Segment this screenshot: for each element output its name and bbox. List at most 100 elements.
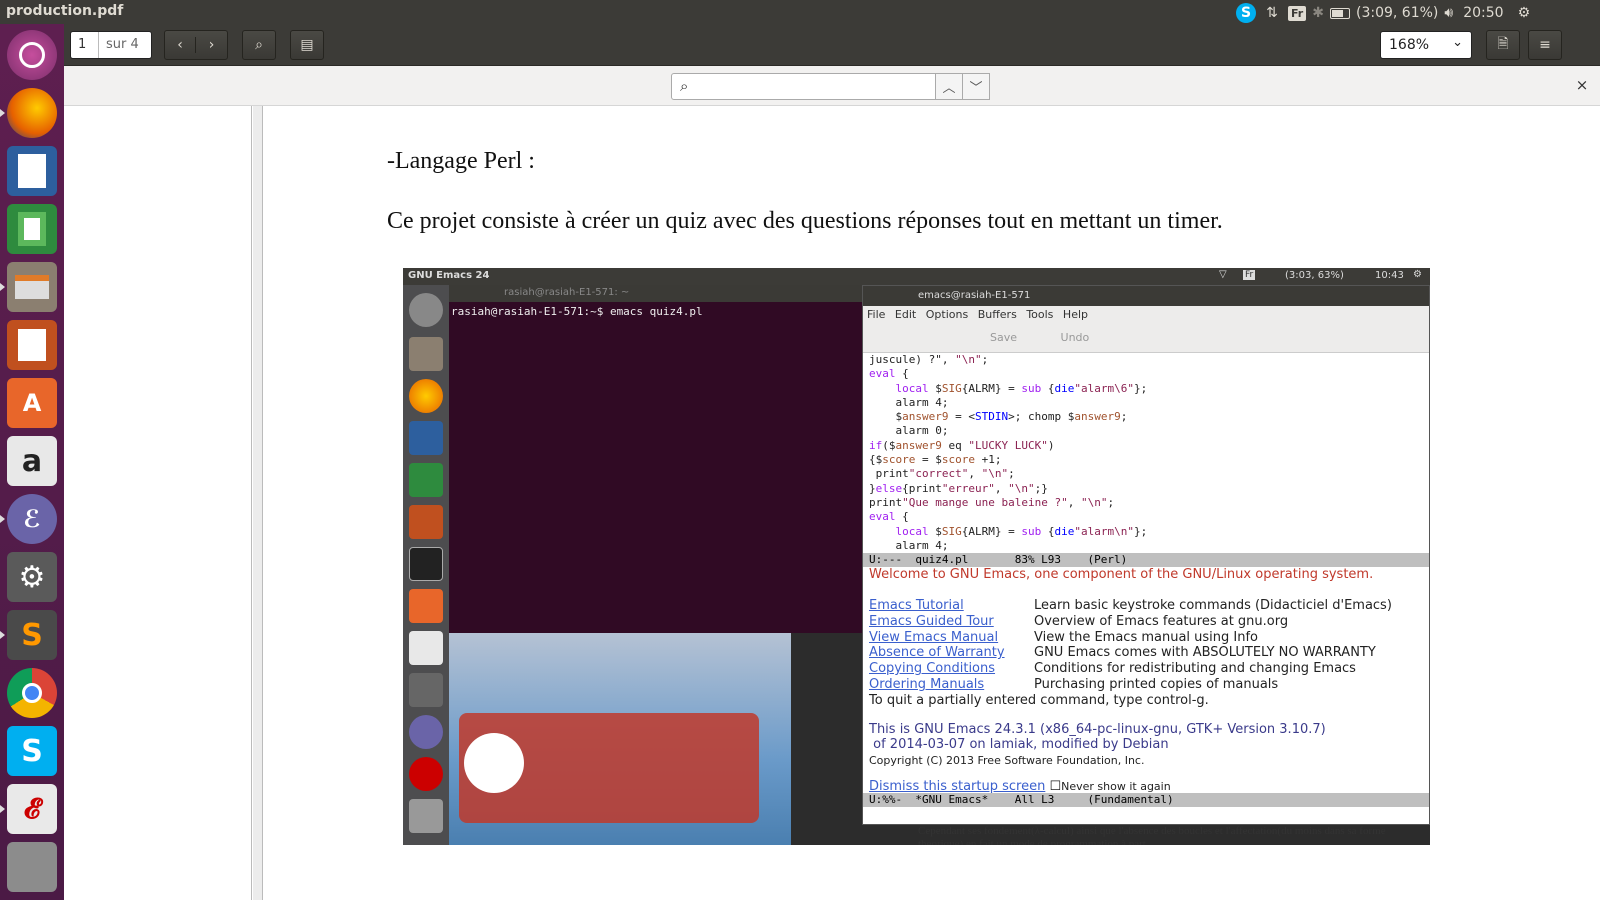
screenshot-terminal: rasiah@rasiah-E1-571: ~ rasiah@rasiah-E1… [449, 285, 863, 633]
previous-page-edge [64, 106, 252, 900]
menu-button[interactable]: ≡ [1528, 30, 1562, 60]
screenshot-copyright: Copyright (C) 2013 Free Software Foundat… [869, 754, 1145, 768]
document-viewer-icon[interactable]: 𝓔 [7, 784, 57, 834]
link-desc: Conditions for redistributing and changi… [1034, 661, 1356, 677]
zoom-selector[interactable]: 168% ⌄ [1380, 31, 1472, 59]
keyboard-layout-indicator[interactable]: Fr [1288, 5, 1307, 21]
menu-buffers: Buffers [977, 308, 1017, 321]
launcher: A a ℰ ⚙ S S 𝓔 [0, 24, 64, 900]
screenshot-underlying-text: Cependant ses fondement(λ-calcul) ainsi … [918, 825, 1386, 845]
screenshot-launcher [403, 285, 449, 845]
document-view[interactable]: -Langage Perl : Ce projet consiste à cré… [64, 106, 1600, 900]
screenshot-app-icon [409, 757, 443, 791]
next-page-button[interactable]: › [196, 37, 227, 53]
system-settings-icon[interactable]: ⚙ [7, 552, 57, 602]
screenshot-amazon-icon [409, 631, 443, 665]
tool-undo: Undo [1060, 331, 1090, 344]
volume-icon[interactable]: 🔊︎ [1444, 5, 1453, 21]
search-icon: ⌕ [255, 37, 263, 53]
emacs-icon[interactable]: ℰ [7, 494, 57, 544]
link-view-manual: View Emacs Manual [869, 629, 999, 645]
link-desc: Learn basic keystroke commands (Didactic… [1034, 597, 1392, 613]
screenshot-dash-icon [409, 293, 443, 327]
screenshot-emacs-toolbar: Save Undo [863, 323, 1429, 353]
page-nav-group: ‹ › [164, 30, 228, 60]
screenshot-version-2: of 2014-03-07 on lamiak, modified by Deb… [869, 737, 1169, 753]
files-icon[interactable] [7, 262, 57, 312]
screenshot-wifi-icon: ▽ [1219, 269, 1227, 280]
clipboard-icon: ▤ [300, 37, 314, 53]
screenshot-modeline-1: U:--- quiz4.pl 83% L93 (Perl) [863, 553, 1429, 568]
current-page-input[interactable]: 1 [71, 32, 99, 58]
screenshot-trash-icon [409, 799, 443, 833]
software-center-icon[interactable]: A [7, 378, 57, 428]
chevron-down-icon: ﹀ [969, 81, 983, 96]
trash-icon[interactable] [7, 842, 57, 892]
link-ordering-manuals: Ordering Manuals [869, 676, 985, 692]
link-desc: GNU Emacs comes with ABSOLUTELY NO WARRA… [1034, 645, 1376, 661]
screenshot-emacs-icon [409, 715, 443, 749]
screenshot-gear-icon: ⚙ [1413, 269, 1422, 280]
tool-save: Save [990, 331, 1018, 344]
find-bar: ⌕ ︿ ﹀ × [64, 66, 1600, 106]
network-icon[interactable]: ⇅ [1262, 5, 1282, 21]
libreoffice-calc-icon[interactable] [7, 204, 57, 254]
chrome-icon[interactable] [7, 668, 57, 718]
screenshot-modeline-2: U:%%- *GNU Emacs* All L3 (Fundamental) [863, 792, 1429, 807]
dash-home-icon[interactable] [7, 30, 57, 80]
firefox-icon[interactable] [7, 88, 57, 138]
screenshot-keyboard-indicator: Fr [1243, 270, 1256, 280]
find-input[interactable] [702, 78, 927, 93]
screenshot-clock: 10:43 [1375, 270, 1404, 281]
screenshot-code: juscule) ?", "\n"; eval { local $SIG{ALR… [869, 353, 1148, 552]
find-field[interactable]: ⌕ [671, 73, 936, 100]
battery-icon[interactable] [1329, 7, 1350, 19]
previous-page-button[interactable]: ‹ [165, 37, 197, 53]
link-desc: Purchasing printed copies of manuals [1034, 676, 1279, 692]
skype-indicator-icon[interactable]: S [1236, 3, 1256, 23]
annotations-button[interactable]: ▤ [290, 30, 324, 60]
menu-file: File [867, 308, 886, 321]
menu-help: Help [1062, 308, 1088, 321]
document-icon: 🗎 [1497, 36, 1509, 52]
screenshot-welcome: Welcome to GNU Emacs, one component of t… [869, 567, 1374, 583]
document-properties-button[interactable]: 🗎 [1486, 30, 1520, 60]
window-title: production.pdf [6, 3, 124, 19]
screenshot-dismiss: Dismiss this startup screen [869, 778, 1046, 793]
screenshot-files-icon [409, 337, 443, 371]
skype-icon[interactable]: S [7, 726, 57, 776]
amazon-icon[interactable]: a [7, 436, 57, 486]
find-previous-button[interactable]: ︿ [935, 73, 963, 100]
page-selector[interactable]: 1 sur 4 [70, 31, 152, 59]
libreoffice-impress-icon[interactable] [7, 320, 57, 370]
screenshot-emacs-title: emacs@rasiah-E1-571 [863, 286, 1429, 306]
clock[interactable]: 20:50 [1463, 5, 1503, 21]
menu-tools: Tools [1026, 308, 1054, 321]
sublime-text-icon[interactable]: S [7, 610, 57, 660]
bluetooth-icon[interactable]: ✱ [1312, 5, 1324, 21]
viewer-toolbar: 1 sur 4 ‹ › ⌕ ▤ 168% ⌄ 🗎 ≡ [64, 24, 1600, 66]
screenshot-calc-icon [409, 463, 443, 497]
search-icon: ⌕ [680, 77, 689, 95]
screenshot-emacs-window: emacs@rasiah-E1-571 File Edit Options Bu… [862, 285, 1430, 825]
find-next-button[interactable]: ﹀ [962, 73, 990, 100]
screenshot-writer-icon [409, 421, 443, 455]
gear-icon[interactable]: ⚙ [1518, 5, 1531, 21]
link-desc: View the Emacs manual using Info [1034, 629, 1259, 645]
close-find-button[interactable]: × [1572, 76, 1592, 94]
page-total: sur 4 [106, 37, 139, 52]
search-button[interactable]: ⌕ [242, 30, 276, 60]
screenshot-impress-icon [409, 505, 443, 539]
menu-edit: Edit [894, 308, 917, 321]
screenshot-version-1: This is GNU Emacs 24.3.1 (x86_64-pc-linu… [869, 721, 1326, 737]
link-absence-warranty: Absence of Warranty [869, 645, 1005, 661]
link-copying-conditions: Copying Conditions [869, 661, 996, 677]
screenshot-firefox-icon [409, 379, 443, 413]
screenshot-terminal-title: rasiah@rasiah-E1-571: ~ [449, 285, 863, 302]
checkbox-icon: ☐ [1049, 778, 1062, 793]
indicator-area: S ⇅ Fr ✱ (3:09, 61%) 🔊︎ 20:50 ⚙ [1236, 3, 1530, 23]
link-desc: Overview of Emacs features at gnu.org [1034, 613, 1289, 629]
screenshot-wallpaper [449, 633, 791, 845]
battery-status[interactable]: (3:09, 61%) [1356, 5, 1438, 21]
libreoffice-writer-icon[interactable] [7, 146, 57, 196]
